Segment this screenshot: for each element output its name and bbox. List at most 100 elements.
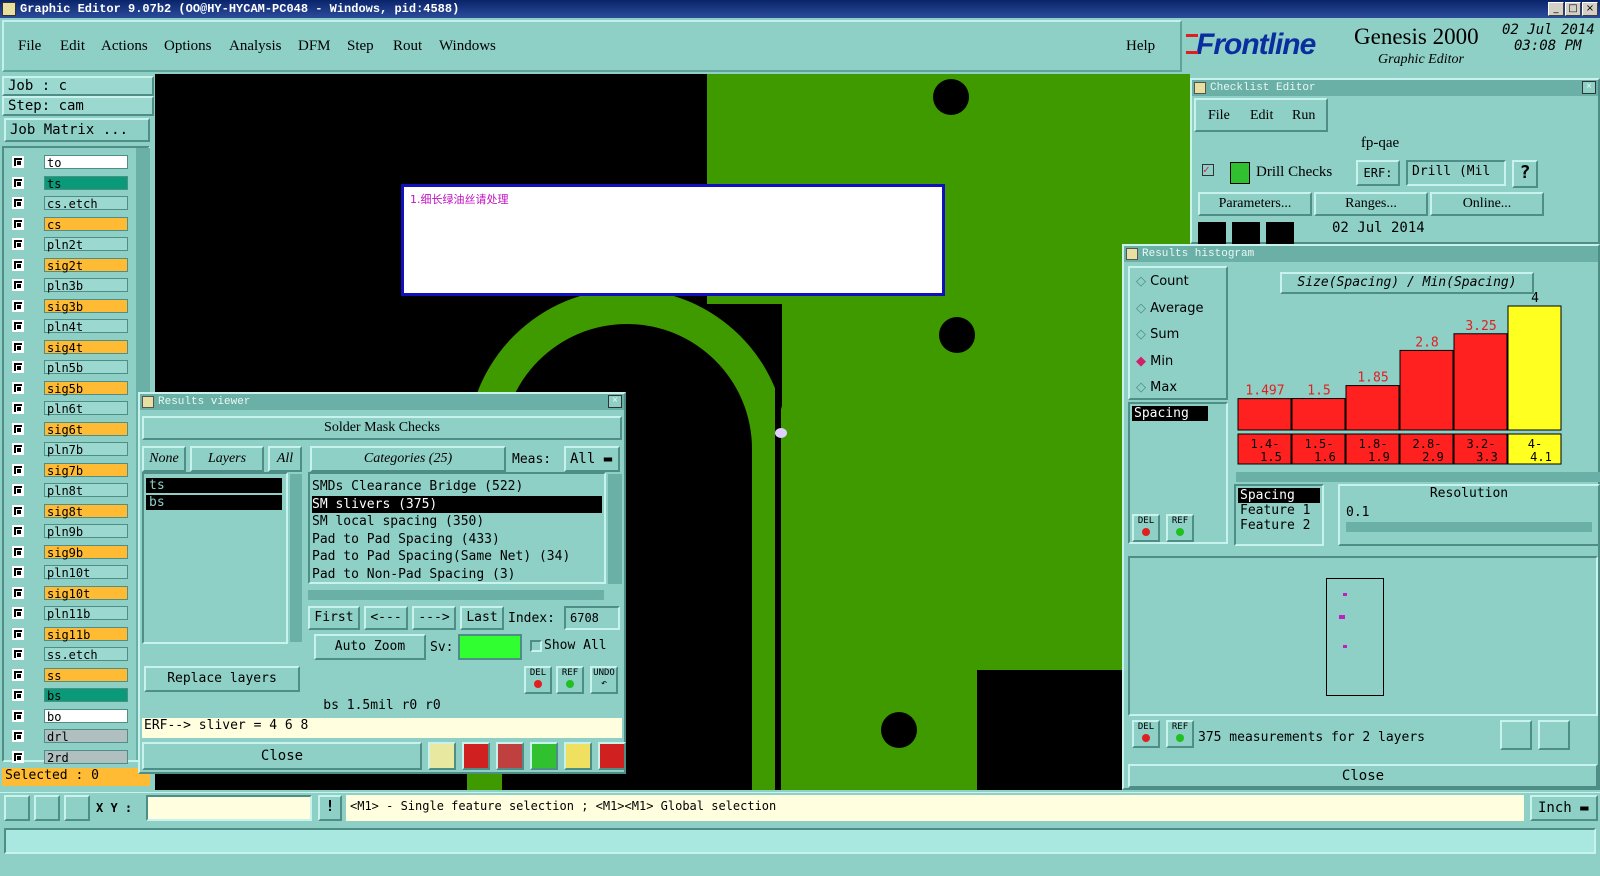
- layer-row[interactable]: to: [8, 154, 128, 170]
- layer-checkbox[interactable]: [12, 689, 24, 701]
- layer-name[interactable]: sig2t: [44, 257, 128, 273]
- histogram-icon[interactable]: [598, 742, 626, 770]
- sliver-marker[interactable]: [775, 428, 787, 438]
- layer-name[interactable]: sig5b: [44, 380, 128, 396]
- layer-row[interactable]: pln4t: [8, 318, 128, 334]
- layer-row[interactable]: 2rd: [8, 749, 128, 765]
- histogram-hscrollbar[interactable]: [1236, 472, 1600, 482]
- menu-help[interactable]: Help: [1126, 38, 1155, 55]
- layer-name[interactable]: sig6t: [44, 421, 128, 437]
- layer-row[interactable]: sig11b: [8, 626, 128, 642]
- layer-name[interactable]: sig8t: [44, 503, 128, 519]
- layer-name[interactable]: sig10t: [44, 585, 128, 601]
- feature-list[interactable]: Spacing Feature 1 Feature 2: [1234, 484, 1324, 546]
- undo-button[interactable]: UNDO ↶: [590, 666, 618, 694]
- layer-row[interactable]: pln9b: [8, 523, 128, 539]
- layer-checkbox[interactable]: [12, 279, 24, 291]
- layer-row[interactable]: ss.etch: [8, 646, 128, 662]
- layer-row[interactable]: pln11b: [8, 605, 128, 621]
- layer-checkbox[interactable]: [12, 197, 24, 209]
- alert-icon[interactable]: !: [318, 795, 342, 821]
- layer-checkbox[interactable]: [12, 156, 24, 168]
- category-hscrollbar[interactable]: [308, 590, 604, 600]
- layer-name[interactable]: pln7b: [44, 442, 128, 457]
- close-icon[interactable]: ×: [608, 395, 622, 408]
- tool-icon-4[interactable]: [530, 742, 558, 770]
- layer-row[interactable]: sig7b: [8, 462, 128, 478]
- layer-checkbox[interactable]: [12, 340, 24, 353]
- layer-checkbox[interactable]: [12, 361, 24, 373]
- histogram-bar[interactable]: [1507, 305, 1562, 431]
- layer-name[interactable]: cs: [44, 216, 128, 232]
- check-enabled-checkbox[interactable]: ✓: [1202, 164, 1214, 176]
- histogram-bar[interactable]: [1237, 398, 1292, 431]
- layer-name[interactable]: sig4t: [44, 339, 128, 355]
- layer-checkbox[interactable]: [12, 238, 24, 250]
- layer-checkbox[interactable]: [12, 566, 24, 578]
- units-select[interactable]: Inch ▬: [1530, 795, 1598, 821]
- mode-radio-count[interactable]: ◇ Count: [1136, 274, 1189, 289]
- layer-checkbox[interactable]: [12, 709, 24, 722]
- menu-windows[interactable]: Windows: [439, 38, 496, 55]
- tool-icon-1[interactable]: [428, 742, 456, 770]
- list-item-selected[interactable]: Spacing: [1132, 406, 1208, 421]
- close-button[interactable]: Close: [142, 742, 422, 770]
- first-button[interactable]: First: [308, 606, 360, 630]
- online-button[interactable]: Online...: [1430, 192, 1544, 216]
- list-item[interactable]: SMDs Clearance Bridge (522): [312, 478, 602, 496]
- measure-icon[interactable]: [34, 795, 60, 821]
- list-item-selected[interactable]: SM slivers (375): [312, 495, 602, 513]
- layer-checkbox[interactable]: [12, 648, 24, 660]
- layer-row[interactable]: sig8t: [8, 503, 128, 519]
- layer-checkbox[interactable]: [12, 504, 24, 517]
- layer-row[interactable]: sig9b: [8, 544, 128, 560]
- layer-checkbox[interactable]: [12, 545, 24, 558]
- layer-name[interactable]: pln5b: [44, 360, 128, 375]
- layer-checkbox[interactable]: [12, 463, 24, 476]
- run-icon[interactable]: [1232, 222, 1260, 246]
- layer-name[interactable]: ss.etch: [44, 647, 128, 662]
- list-item[interactable]: bs: [146, 495, 282, 510]
- layer-row[interactable]: sig3b: [8, 298, 128, 314]
- layer-checkbox[interactable]: [12, 750, 24, 763]
- meas-select[interactable]: All ▬: [564, 446, 620, 472]
- layer-name[interactable]: pln11b: [44, 606, 128, 621]
- layer-checkbox[interactable]: [12, 484, 24, 496]
- layer-checkbox[interactable]: [12, 176, 24, 189]
- layer-name[interactable]: bs: [44, 688, 128, 703]
- layer-row[interactable]: ts: [8, 175, 128, 191]
- layer-name[interactable]: to: [44, 155, 128, 170]
- last-button[interactable]: Last: [460, 606, 504, 630]
- resolution-slider[interactable]: [1346, 522, 1592, 532]
- auto-zoom-button[interactable]: Auto Zoom: [314, 634, 426, 660]
- layer-name[interactable]: sig9b: [44, 544, 128, 560]
- checklist-menu-edit[interactable]: Edit: [1250, 108, 1273, 124]
- mode-radio-average[interactable]: ◇ Average: [1136, 301, 1204, 316]
- histogram-bar[interactable]: [1291, 398, 1346, 431]
- list-item[interactable]: Pad to Pad Spacing(Same Net) (34): [312, 548, 602, 566]
- replace-layers-button[interactable]: Replace layers: [144, 666, 300, 692]
- minimize-icon[interactable]: _: [1548, 2, 1564, 16]
- layer-name[interactable]: drl: [44, 729, 128, 744]
- layer-row[interactable]: ss: [8, 667, 128, 683]
- layer-list-scrollbar[interactable]: [290, 474, 302, 642]
- command-line[interactable]: [4, 828, 1596, 854]
- list-item[interactable]: Feature 2: [1238, 518, 1320, 533]
- layer-row[interactable]: pln5b: [8, 359, 128, 375]
- close-icon[interactable]: ×: [1582, 81, 1596, 94]
- none-button[interactable]: None: [142, 446, 186, 472]
- run-icon[interactable]: [1266, 222, 1294, 246]
- layer-checkbox[interactable]: [12, 299, 24, 312]
- layer-name[interactable]: pln4t: [44, 319, 128, 334]
- help-button[interactable]: ?: [1512, 160, 1538, 188]
- layer-row[interactable]: sig4t: [8, 339, 128, 355]
- layer-row[interactable]: sig2t: [8, 257, 128, 273]
- mode-radio-sum[interactable]: ◇ Sum: [1136, 327, 1179, 342]
- menu-rout[interactable]: Rout: [393, 38, 422, 55]
- index-input[interactable]: 6708: [564, 606, 620, 630]
- del-button[interactable]: DEL: [1132, 514, 1160, 542]
- layer-checkbox[interactable]: [12, 607, 24, 619]
- layer-row[interactable]: pln7b: [8, 441, 128, 457]
- grid-icon[interactable]: [64, 795, 90, 821]
- list-item[interactable]: Feature 1: [1238, 503, 1320, 518]
